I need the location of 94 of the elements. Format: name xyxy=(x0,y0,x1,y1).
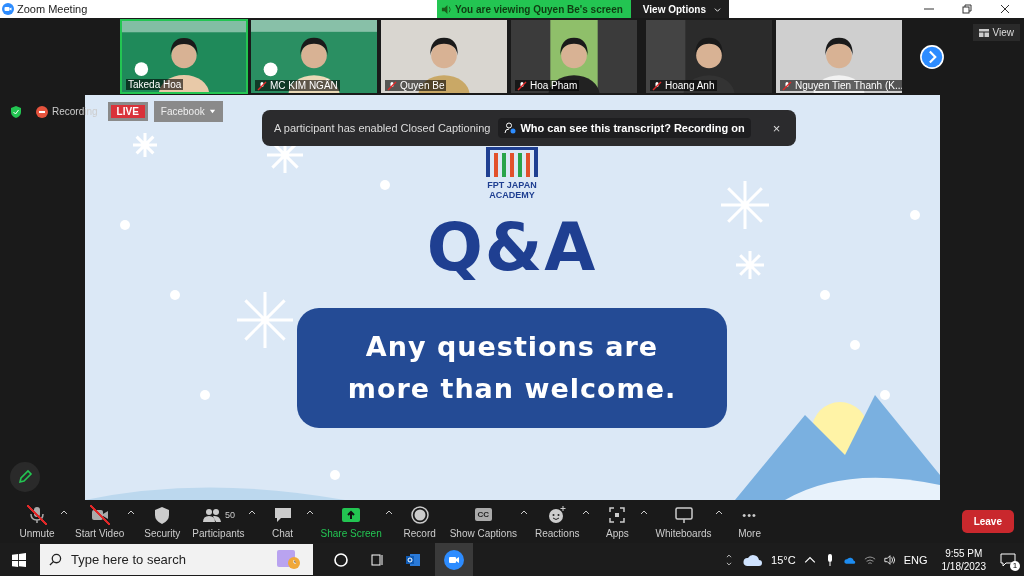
apps-icon xyxy=(607,504,628,525)
smiley-icon xyxy=(547,504,568,525)
muted-mic-icon xyxy=(257,80,267,91)
search-icon xyxy=(49,553,62,566)
windows-start-icon[interactable] xyxy=(12,552,26,567)
snowflake xyxy=(734,249,765,281)
participant-name: Hoang Anh xyxy=(665,80,715,91)
captions-badge: CC xyxy=(474,508,493,521)
participant-name: Takeda Hoa xyxy=(128,79,182,90)
snow-dot xyxy=(119,220,130,230)
video-tile[interactable]: Hoang Anh xyxy=(645,19,773,94)
snow-dot xyxy=(199,390,210,400)
live-badge: LIVE xyxy=(107,102,148,121)
caret-icon[interactable] xyxy=(247,508,256,517)
toolbar-button[interactable]: Share Screen xyxy=(317,502,385,541)
participant-name: MC KIM NGÂN xyxy=(270,80,338,91)
toolbar-button[interactable]: Unmute xyxy=(14,502,60,541)
participant-count: 50 xyxy=(224,509,235,520)
shield-icon xyxy=(10,105,22,118)
snowflake xyxy=(235,290,294,350)
sharing-banner: You are viewing Quyen Be's screen xyxy=(437,0,631,18)
toolbar-button[interactable]: 50 Participants xyxy=(189,502,248,541)
muted-mic-icon xyxy=(652,80,662,91)
toolbar-button[interactable]: Record xyxy=(396,502,443,541)
participant-name: Nguyen Tien Thanh (K... xyxy=(795,80,902,91)
microphone-icon xyxy=(27,504,47,525)
toolbar-button[interactable]: Chat xyxy=(259,502,306,541)
clock-date: 1/18/2023 xyxy=(941,559,986,573)
snow-dot xyxy=(169,290,180,300)
snowflake xyxy=(131,131,158,159)
participant-name: Hoa Pham xyxy=(530,80,578,91)
clock-time: 9:55 PM xyxy=(945,546,983,560)
slide-title: Q&A xyxy=(426,208,598,288)
snow-dot xyxy=(849,340,860,350)
cortana-icon[interactable] xyxy=(333,551,349,568)
whiteboard-icon xyxy=(673,504,694,525)
zoom-app-icon xyxy=(444,549,464,570)
temperature: 15°C xyxy=(771,553,796,566)
caret-icon[interactable] xyxy=(60,508,68,517)
restore-icon[interactable] xyxy=(962,4,972,14)
snowflake xyxy=(719,179,770,231)
speaker-icon xyxy=(883,552,896,567)
toolbar-button[interactable]: CC Show Captions xyxy=(446,502,520,541)
task-view-icon[interactable] xyxy=(369,551,385,568)
snow-dot xyxy=(819,290,830,300)
leave-button[interactable]: Leave xyxy=(961,510,1014,533)
caret-icon[interactable] xyxy=(640,508,649,517)
message-banner: Any questions are more than welcome. xyxy=(297,308,727,428)
video-tile[interactable]: Hoa Pham xyxy=(510,19,638,94)
caret-icon[interactable] xyxy=(582,508,591,517)
person-icon xyxy=(504,122,517,134)
caret-icon[interactable] xyxy=(127,508,136,517)
caret-icon xyxy=(714,5,721,13)
language-indicator[interactable]: ENG xyxy=(903,553,928,566)
snow-dot xyxy=(379,180,390,190)
toolbar-button[interactable]: Reactions xyxy=(531,502,583,541)
muted-mic-icon xyxy=(782,80,792,91)
next-page-icon[interactable] xyxy=(919,43,945,70)
muted-mic-icon xyxy=(387,80,397,91)
caret-icon[interactable] xyxy=(384,508,393,517)
notice-text: A participant has enabled Closed Captioning xyxy=(274,122,491,134)
view-options-button[interactable]: View Options xyxy=(630,0,729,18)
video-tile[interactable]: Nguyen Tien Thanh (K... xyxy=(775,19,903,94)
participant-name: Quyen Be xyxy=(400,80,445,91)
snow-dot xyxy=(909,210,920,220)
transcript-info-button[interactable]: Who can see this transcript? Recording on xyxy=(498,118,751,138)
caret-icon[interactable] xyxy=(714,508,723,517)
video-tile[interactable]: Takeda Hoa xyxy=(120,19,248,94)
video-tile[interactable]: Quyen Be xyxy=(380,19,508,94)
toolbar-button[interactable]: Security xyxy=(139,502,186,541)
toolbar-button[interactable]: Whiteboards xyxy=(652,502,715,541)
outlook-icon[interactable] xyxy=(405,551,421,568)
close-icon[interactable] xyxy=(1000,4,1010,14)
annotate-icon[interactable] xyxy=(10,462,40,492)
search-field[interactable]: Type here to search xyxy=(40,544,313,575)
zoom-taskbar-app[interactable] xyxy=(435,543,473,576)
record-icon xyxy=(409,504,430,525)
toolbar-button[interactable]: ••• More xyxy=(726,502,773,541)
more-icon: ••• xyxy=(742,508,757,521)
cloud-icon xyxy=(743,553,764,566)
caret-icon[interactable] xyxy=(519,508,528,517)
gallery-icon xyxy=(978,28,989,37)
toolbar-button[interactable]: Start Video xyxy=(72,502,128,541)
caret-icon xyxy=(208,108,216,115)
academy-logo: FPT JAPAN ACADEMY xyxy=(484,147,540,200)
caret-icon[interactable] xyxy=(305,508,314,517)
muted-mic-icon xyxy=(517,80,527,91)
close-button[interactable]: × xyxy=(768,120,785,136)
snow-dot xyxy=(329,470,340,480)
toolbar-button[interactable]: Apps xyxy=(594,502,641,541)
snow-dot xyxy=(879,390,890,400)
window-title: Zoom Meeting xyxy=(17,3,88,15)
video-tile[interactable]: MC KIM NGÂN xyxy=(250,19,378,94)
view-button[interactable]: View xyxy=(972,24,1020,41)
